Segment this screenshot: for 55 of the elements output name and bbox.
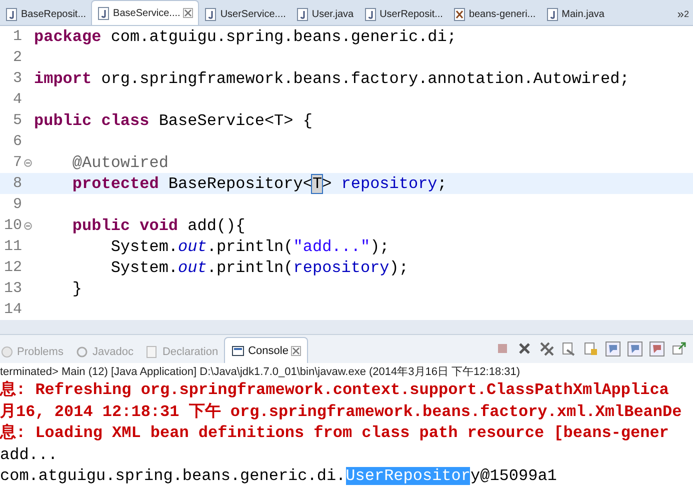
display-icon[interactable]	[627, 341, 643, 357]
xml-file-icon	[452, 6, 466, 22]
editor-tab[interactable]: BaseReposit...	[0, 3, 92, 25]
code-line: @Autowired	[71, 154, 168, 172]
java-file-icon	[204, 6, 218, 22]
code-line: import org.springframework.beans.factory.annotation.Autowired;	[34, 70, 630, 88]
collapse-icon[interactable]	[24, 222, 32, 230]
editor-tab[interactable]: beans-generi...	[448, 3, 541, 25]
code-line: }	[71, 280, 82, 298]
close-icon	[183, 8, 194, 18]
code-line: public void add(){	[71, 216, 246, 234]
java-file-icon	[364, 6, 377, 22]
line-number: 12	[4, 259, 22, 276]
console-line: add...	[0, 444, 58, 466]
line-number: 10	[4, 217, 22, 234]
line-number: 1	[12, 28, 22, 45]
java-file-icon	[546, 6, 559, 22]
double-close-icon[interactable]	[539, 341, 555, 357]
code-line: package com.atguigu.spring.beans.generic.di;	[34, 28, 456, 46]
line-number: 14	[4, 301, 22, 318]
view-icon	[75, 345, 90, 359]
editor-tab[interactable]: Main.java	[540, 3, 610, 25]
code-line: protected BaseRepository<T> repository;	[71, 174, 447, 192]
java-file-icon	[296, 6, 309, 22]
line-number: 11	[4, 238, 22, 255]
java-file-icon	[97, 6, 110, 20]
java-file-icon	[5, 6, 18, 22]
console-line: com.atguigu.spring.beans.generic.di.UserRepository@15099a1	[0, 466, 557, 487]
collapse-icon[interactable]	[24, 158, 32, 166]
line-number: 7	[12, 154, 22, 171]
editor-tab[interactable]: UserService....	[199, 3, 291, 25]
line-number: 6	[12, 133, 22, 150]
code-line: System.out.println(repository);	[110, 258, 408, 276]
line-number: 3	[12, 70, 22, 87]
editor-tab[interactable]: UserReposit...	[358, 3, 448, 25]
console-line: 月16, 2014 12:18:31 下午 org.springframework.beans.factory.xml.XmlBeanDe	[0, 402, 682, 422]
display-icon[interactable]	[649, 341, 665, 357]
line-number: 4	[12, 91, 22, 108]
clear-icon[interactable]	[561, 341, 577, 357]
line-number: 9	[12, 196, 22, 213]
panel-tab[interactable]: Console	[224, 337, 308, 363]
close-icon	[291, 346, 302, 356]
scroll-lock-icon[interactable]	[583, 341, 599, 357]
view-icon	[145, 345, 160, 359]
editor-tab[interactable]: User.java	[290, 3, 359, 25]
view-icon	[0, 345, 14, 359]
line-number: 8	[12, 175, 22, 192]
editor-tab[interactable]: BaseService....	[91, 0, 200, 25]
code-line: System.out.println("add...");	[110, 238, 390, 256]
line-number: 13	[4, 280, 22, 297]
line-number: 5	[12, 112, 22, 129]
monitor-icon	[231, 344, 246, 358]
open-console-icon[interactable]	[671, 341, 687, 357]
line-number: 2	[12, 49, 22, 66]
code-line: public class BaseService<T> {	[34, 112, 312, 130]
